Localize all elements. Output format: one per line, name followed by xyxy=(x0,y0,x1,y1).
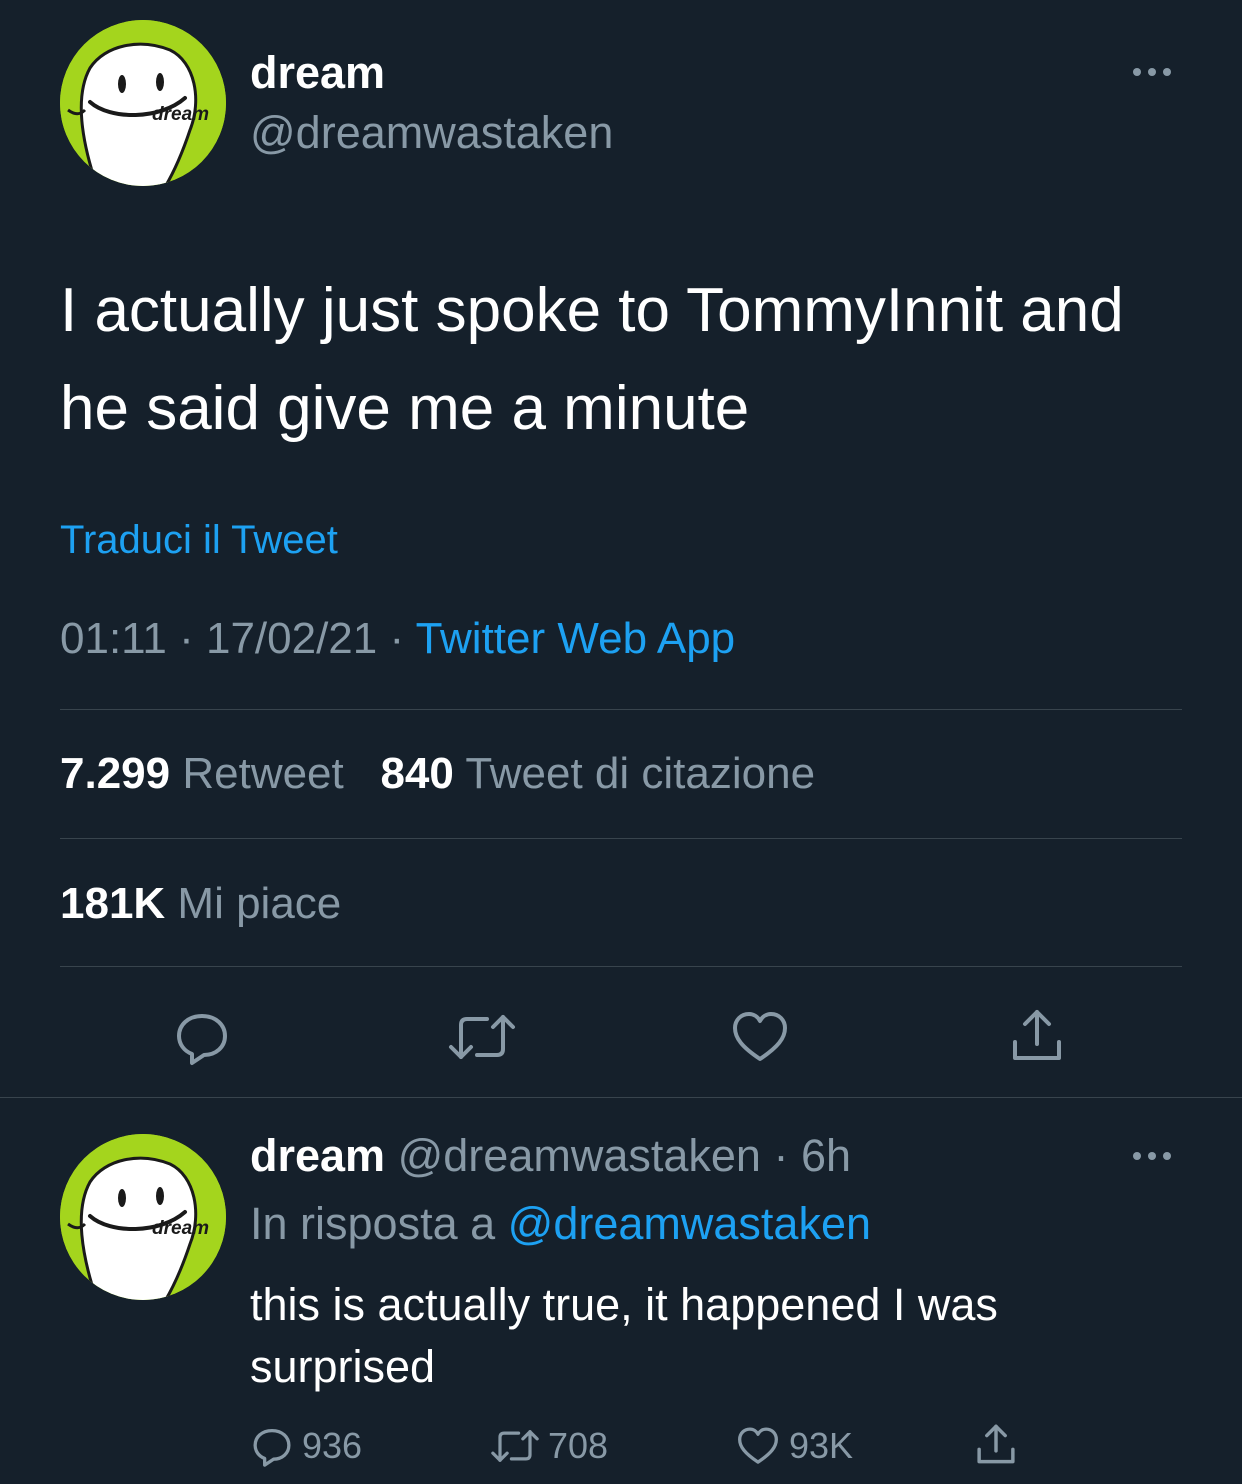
tweet-source-link[interactable]: Twitter Web App xyxy=(416,614,736,663)
retweet-label: Retweet xyxy=(182,749,344,798)
likes-stat[interactable]: 181K Mi piace xyxy=(60,876,341,932)
replying-to: In risposta a @dreamwastaken xyxy=(250,1196,871,1252)
section-divider xyxy=(0,1097,1242,1098)
display-name[interactable]: dream xyxy=(250,46,385,100)
dot-icon xyxy=(1163,1152,1171,1160)
tweet-date: 17/02/21 xyxy=(205,614,378,663)
divider xyxy=(60,838,1182,839)
tweet-text: I actually just spoke to TommyInnit and … xyxy=(60,276,1124,443)
separator: · xyxy=(389,614,416,663)
reply-prefix: In risposta a xyxy=(250,1198,496,1249)
dot-icon xyxy=(1148,68,1156,76)
heart-icon xyxy=(738,1427,778,1464)
main-avatar[interactable]: dream xyxy=(60,20,226,186)
like-label: Mi piace xyxy=(177,879,342,928)
user-handle[interactable]: @dreamwastaken xyxy=(250,106,613,160)
retweets-stat[interactable]: 7.299 Retweet xyxy=(60,749,356,798)
reply-icon xyxy=(253,1428,291,1467)
tweet-stats: 7.299 Retweet 840 Tweet di citazione xyxy=(60,746,815,802)
quote-label: Tweet di citazione xyxy=(465,749,816,798)
reply-avatar[interactable]: dream xyxy=(60,1134,226,1300)
reply-handle[interactable]: @dreamwastaken xyxy=(398,1130,761,1181)
divider xyxy=(60,709,1182,710)
quote-count: 840 xyxy=(380,749,454,798)
retweet-count: 7.299 xyxy=(60,749,171,798)
reply-more-options-button[interactable] xyxy=(1133,1152,1171,1160)
avatar-wordmark: dream xyxy=(152,1218,209,1239)
dot-icon xyxy=(1133,1152,1141,1160)
dot-icon xyxy=(1133,68,1141,76)
separator: · xyxy=(760,1130,801,1181)
divider xyxy=(60,966,1182,967)
like-button[interactable] xyxy=(728,1005,792,1069)
retweet-icon xyxy=(449,1015,515,1059)
dot-icon xyxy=(1163,68,1171,76)
reply-button[interactable] xyxy=(170,1005,234,1069)
tweet-meta: 01:11 · 17/02/21 · Twitter Web App xyxy=(60,612,735,666)
mention-link[interactable]: @dreamwastaken xyxy=(508,1198,871,1249)
dot-icon xyxy=(1148,1152,1156,1160)
separator: · xyxy=(179,614,206,663)
reply-icon xyxy=(177,1014,227,1065)
share-icon xyxy=(977,1424,1015,1464)
translate-tweet-link[interactable]: Traduci il Tweet xyxy=(60,515,338,565)
reply-reply-button[interactable]: 936 xyxy=(250,1424,362,1468)
reply-retweet-count: 708 xyxy=(548,1425,609,1466)
tweet-time: 01:11 xyxy=(60,614,167,663)
reply-count: 936 xyxy=(302,1425,363,1466)
reply-text: this is actually true, it happened I was… xyxy=(250,1279,998,1392)
more-options-button[interactable] xyxy=(1133,68,1171,76)
reply-retweet-button[interactable]: 708 xyxy=(490,1424,608,1468)
reply-like-count: 93K xyxy=(789,1425,854,1466)
reply-share-button[interactable] xyxy=(973,1420,1019,1468)
reply-age: 6h xyxy=(800,1130,851,1181)
reply-header: dream @dreamwastaken · 6h xyxy=(250,1128,851,1184)
reply-like-button[interactable]: 93K xyxy=(735,1424,853,1468)
reply-display-name[interactable]: dream xyxy=(250,1130,385,1181)
share-icon xyxy=(1013,1010,1061,1060)
retweet-icon xyxy=(491,1430,539,1462)
share-button[interactable] xyxy=(1005,1003,1069,1067)
avatar-wordmark: dream xyxy=(152,104,209,125)
quotes-stat[interactable]: 840 Tweet di citazione xyxy=(380,749,815,798)
heart-icon xyxy=(733,1012,787,1061)
like-count: 181K xyxy=(60,879,166,928)
retweet-button[interactable] xyxy=(447,1005,517,1069)
